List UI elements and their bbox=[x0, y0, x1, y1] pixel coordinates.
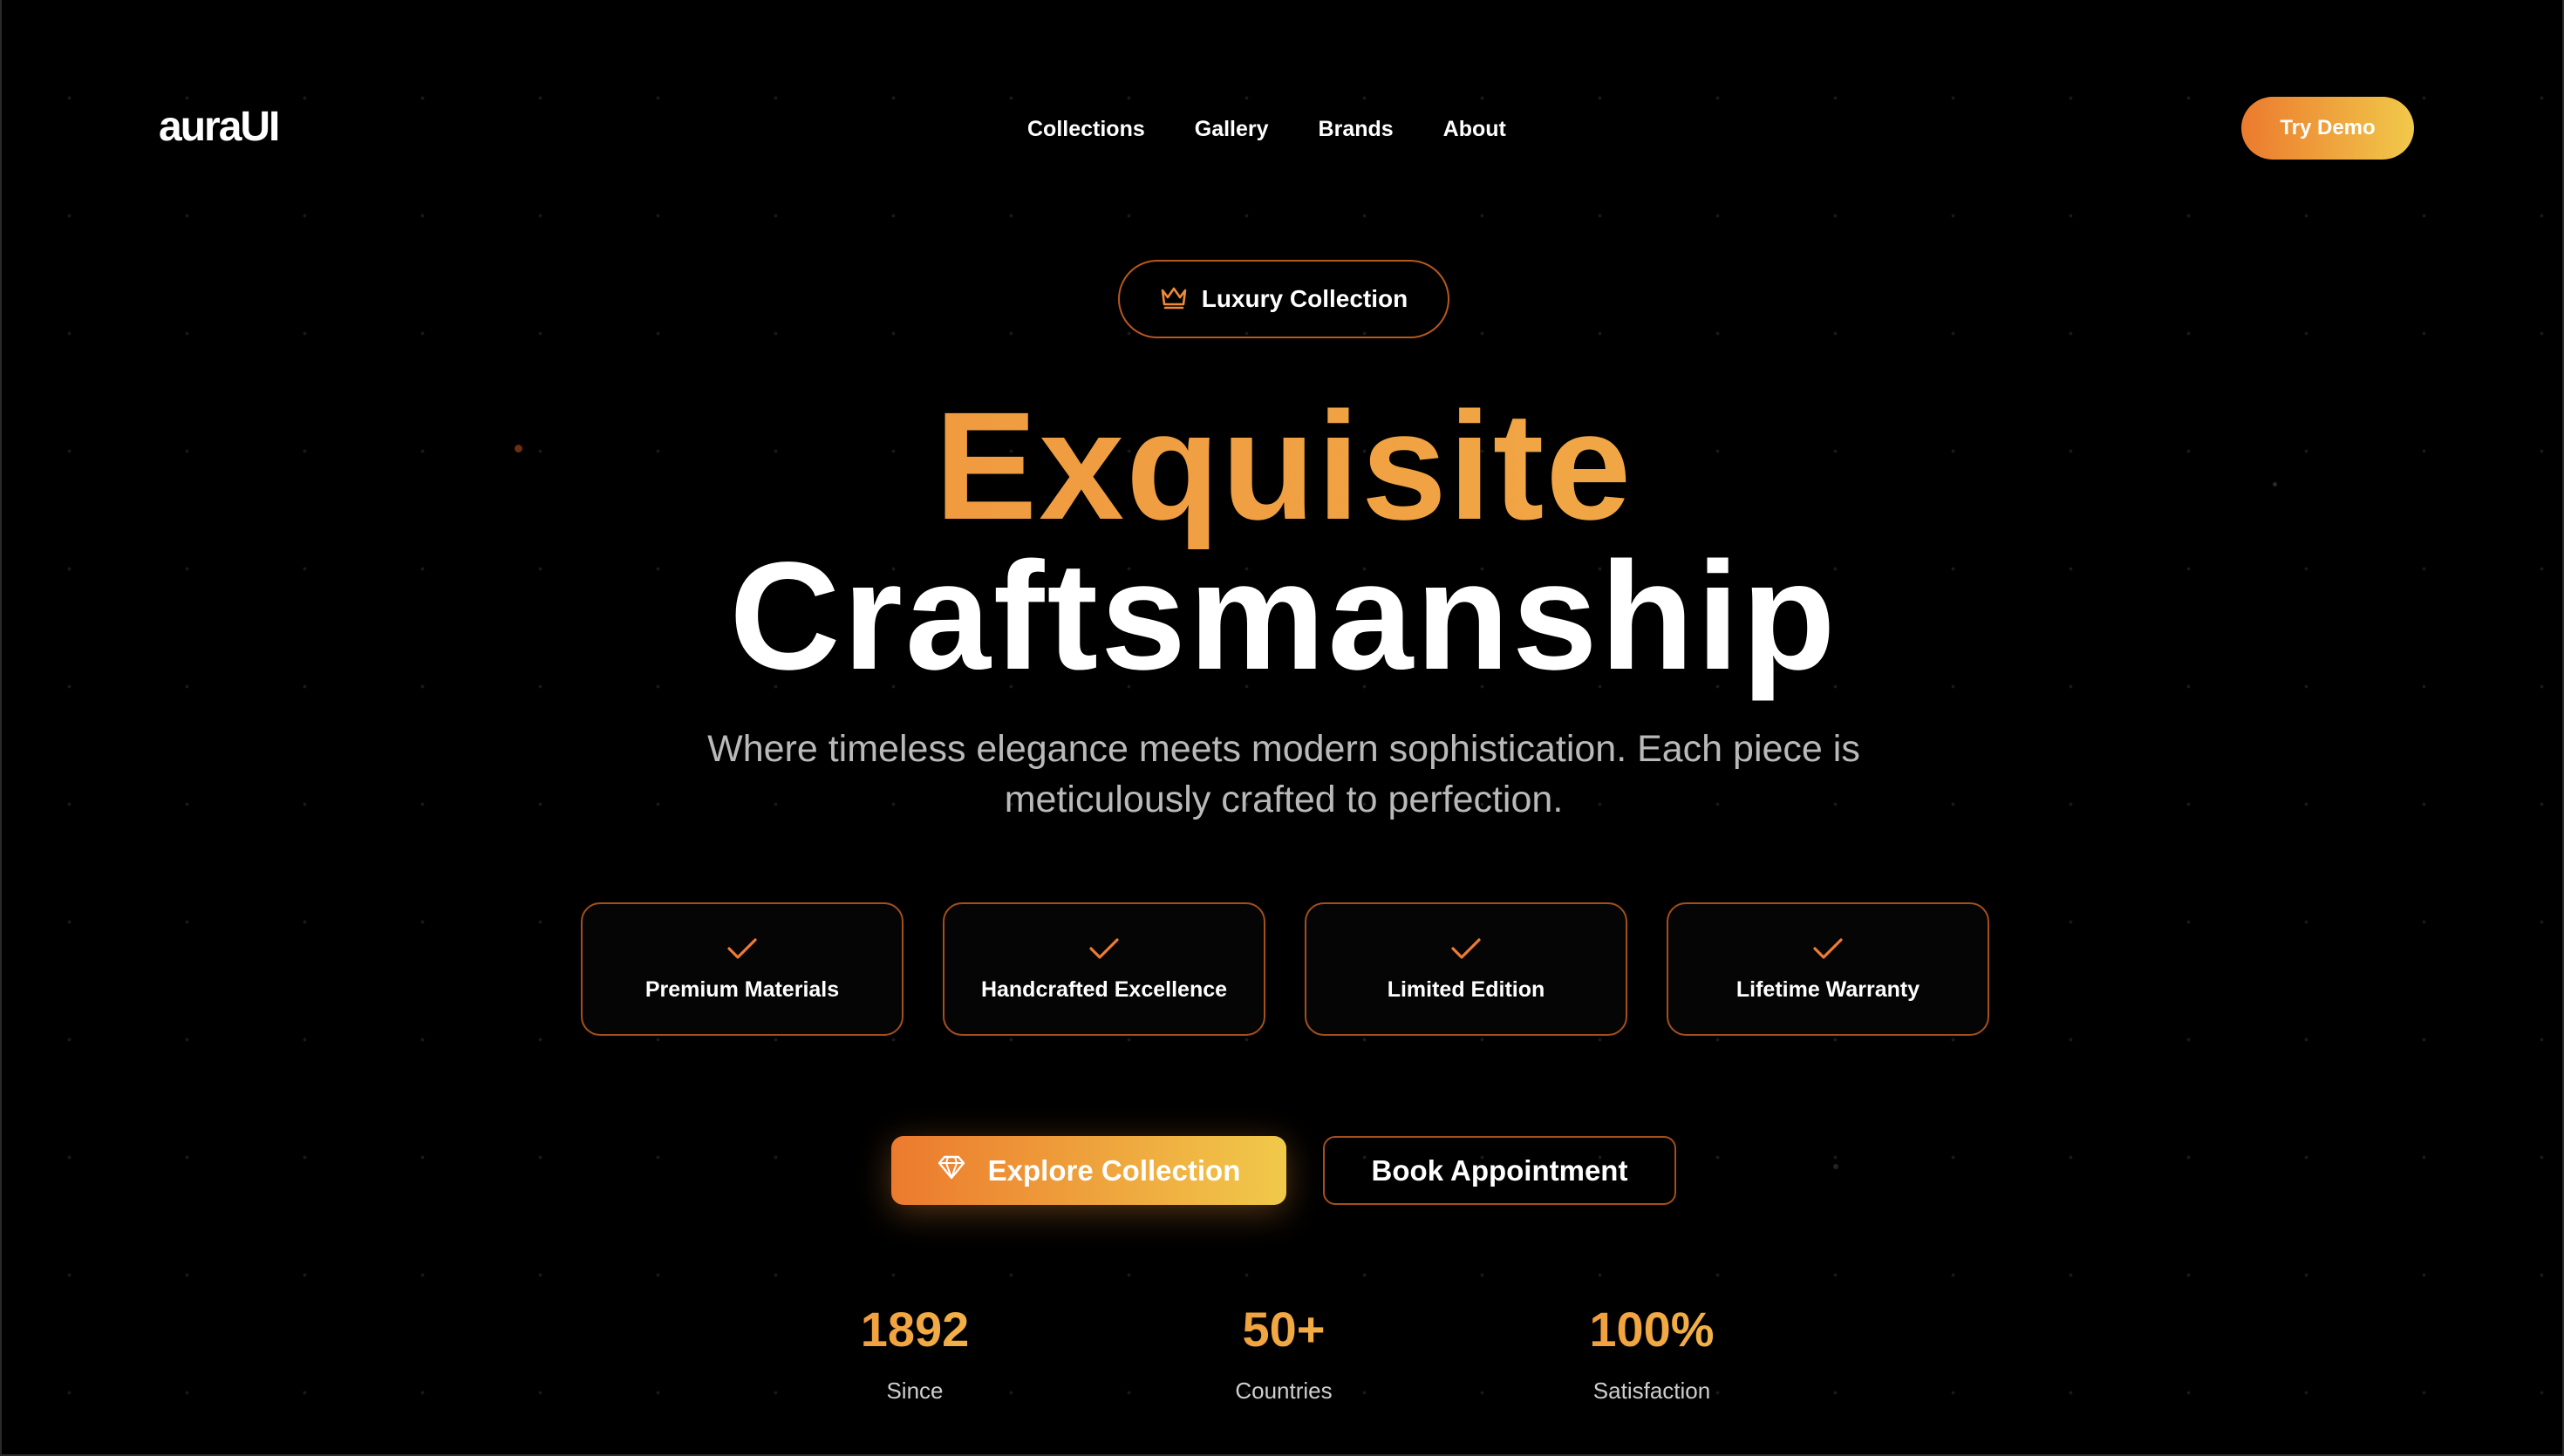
stat-item: 1892 Since bbox=[784, 1299, 1046, 1405]
stat-item: 100% Satisfaction bbox=[1521, 1299, 1783, 1405]
nav-link-brands[interactable]: Brands bbox=[1319, 112, 1394, 146]
stat-value: 50+ bbox=[1153, 1299, 1415, 1360]
feature-label: Handcrafted Excellence bbox=[980, 976, 1228, 1002]
luxury-collection-badge: Luxury Collection bbox=[1118, 260, 1449, 338]
diamond-icon bbox=[938, 1154, 965, 1187]
feature-list: Premium Materials Handcrafted Excellence… bbox=[581, 902, 1989, 1036]
feature-label: Lifetime Warranty bbox=[1735, 976, 1920, 1002]
feature-card: Limited Edition bbox=[1305, 902, 1627, 1036]
try-demo-button[interactable]: Try Demo bbox=[2241, 97, 2414, 160]
nav-link-about[interactable]: About bbox=[1443, 112, 1506, 146]
feature-card: Handcrafted Excellence bbox=[943, 902, 1265, 1036]
check-icon bbox=[1088, 936, 1120, 965]
decorative-spark bbox=[1833, 1164, 1838, 1169]
stat-value: 1892 bbox=[784, 1299, 1046, 1360]
feature-label: Premium Materials bbox=[644, 976, 840, 1002]
check-icon bbox=[1450, 936, 1482, 965]
logo[interactable]: auraUI bbox=[159, 103, 280, 152]
nav-link-gallery[interactable]: Gallery bbox=[1195, 112, 1269, 146]
stat-label: Countries bbox=[1235, 1378, 1333, 1404]
feature-card: Lifetime Warranty bbox=[1667, 902, 1989, 1036]
feature-label: Limited Edition bbox=[1387, 976, 1545, 1002]
stat-label: Satisfaction bbox=[1592, 1378, 1711, 1404]
stat-value: 100% bbox=[1521, 1299, 1783, 1360]
hero-title-accent: Exquisite bbox=[2, 384, 2562, 549]
book-appointment-button[interactable]: Book Appointment bbox=[1323, 1136, 1676, 1205]
check-icon bbox=[726, 936, 758, 965]
hero-subtitle: Where timeless elegance meets modern sop… bbox=[707, 728, 1860, 820]
explore-collection-button[interactable]: Explore Collection bbox=[891, 1136, 1286, 1205]
stat-label: Since bbox=[886, 1378, 944, 1404]
stat-item: 50+ Countries bbox=[1153, 1299, 1415, 1405]
badge-label: Luxury Collection bbox=[1201, 285, 1408, 312]
feature-card: Premium Materials bbox=[581, 902, 904, 1036]
main-nav: Collections Gallery Brands About bbox=[1027, 112, 1506, 146]
page-background: auraUI Collections Gallery Brands About … bbox=[0, 0, 2564, 1456]
nav-link-collections[interactable]: Collections bbox=[1027, 112, 1145, 146]
check-icon bbox=[1812, 936, 1844, 965]
crown-icon bbox=[1160, 285, 1188, 314]
explore-collection-label: Explore Collection bbox=[987, 1153, 1241, 1187]
hero-title-main: Craftsmanship bbox=[729, 531, 1838, 702]
